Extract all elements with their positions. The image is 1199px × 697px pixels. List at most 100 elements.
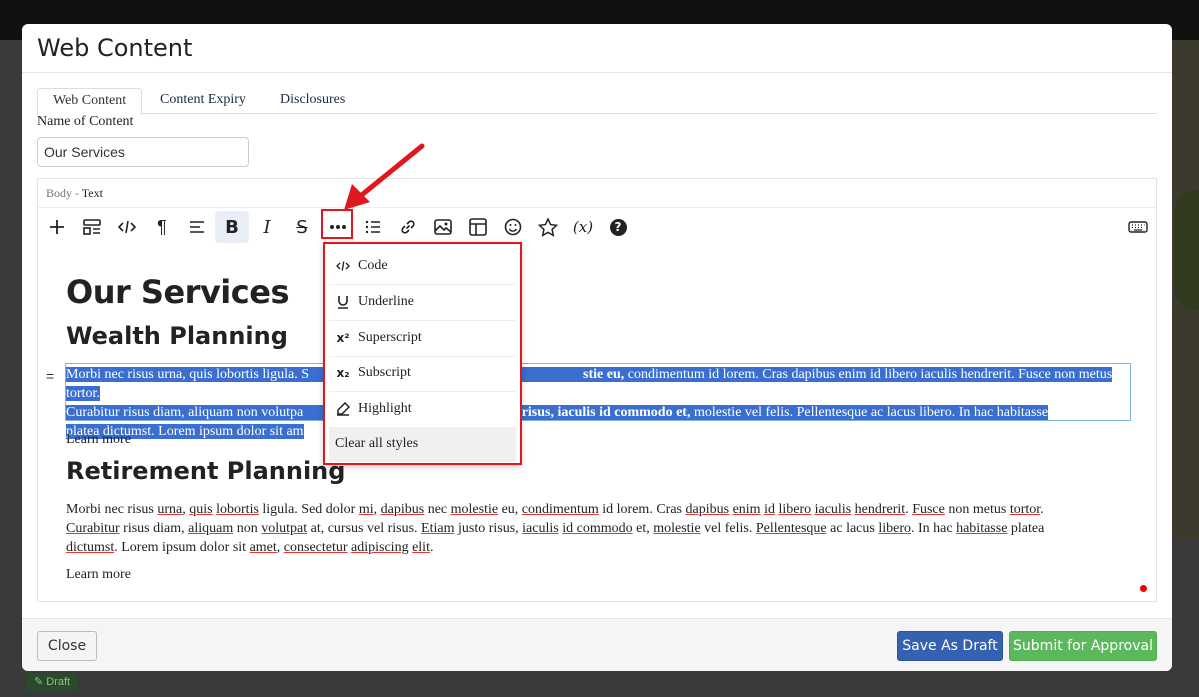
bold-button[interactable]: B (215, 211, 249, 243)
para2-word: molestie (653, 521, 701, 536)
emoji-button[interactable] (496, 211, 530, 243)
menu-item-label: Underline (358, 294, 414, 309)
save-as-draft-button[interactable]: Save As Draft (897, 631, 1003, 661)
block-icon (83, 219, 101, 235)
plus-icon (50, 220, 64, 234)
para2-text: . (1040, 502, 1044, 517)
variable-icon: (x) (572, 218, 594, 236)
highlight-icon (335, 401, 351, 417)
status-dot (1140, 585, 1147, 592)
para2-word: mi (358, 502, 374, 517)
para2-word: volutpat (261, 521, 308, 536)
para2-word: urna (157, 502, 183, 517)
para2-text: Morbi nec risus (66, 502, 158, 517)
heading-our-services[interactable]: Our Services (66, 273, 289, 311)
para2-text: at, cursus vel risus. (307, 521, 422, 536)
name-of-content-label: Name of Content (37, 114, 134, 129)
menu-item-code[interactable]: Code (329, 249, 516, 285)
para1-text: Curabitur risus diam, aliquam non volutp… (66, 405, 304, 420)
para2-word: Etiam (421, 521, 455, 536)
learn-more-link-1[interactable]: Learn more (66, 430, 131, 449)
para1-bold: risus, iaculis id commodo et, (518, 405, 691, 420)
modal-title: Web Content (37, 34, 193, 62)
para2-text: id lorem. Cras (598, 502, 686, 517)
para2-text: ac lacus (826, 521, 879, 536)
menu-item-label: Subscript (358, 365, 411, 380)
emoji-icon (504, 218, 522, 236)
underline-icon (335, 294, 351, 310)
para2-word: dapibus (685, 502, 730, 517)
para2-text: non (233, 521, 262, 536)
para2-word: id commodo (562, 521, 633, 536)
help-button[interactable]: ? (601, 211, 635, 243)
draft-badge: ✎ Draft (26, 673, 79, 691)
para2-word: elit (412, 540, 430, 555)
source-code-button[interactable] (110, 211, 144, 243)
paragraph-wealth[interactable]: Morbi nec risus urna, quis lobortis ligu… (66, 365, 1128, 441)
para2-text: eu, (498, 502, 522, 517)
image-button[interactable] (426, 211, 460, 243)
heading-retirement-planning[interactable]: Retirement Planning (66, 457, 345, 485)
block-type-button[interactable] (75, 211, 109, 243)
italic-button[interactable]: I (250, 211, 284, 243)
variable-button[interactable]: (x) (566, 211, 600, 243)
para2-word: tortor (1009, 502, 1041, 517)
name-of-content-input[interactable]: Our Services (37, 137, 249, 167)
para2-word: Fusce (912, 502, 945, 517)
menu-item-label: Code (358, 258, 388, 273)
star-button[interactable] (531, 211, 565, 243)
modal-header: Web Content (22, 24, 1172, 73)
para2-text: non metus (944, 502, 1010, 517)
code-icon (335, 258, 351, 274)
menu-item-subscript[interactable]: x₂ Subscript (329, 356, 516, 392)
align-button[interactable] (180, 211, 214, 243)
para2-word: condimentum (521, 502, 599, 517)
keyboard-shortcuts-button[interactable] (1121, 211, 1155, 243)
tab-content-expiry[interactable]: Content Expiry (160, 88, 246, 113)
para2-word: quis (189, 502, 213, 517)
para2-word: iaculis (814, 502, 852, 517)
strikethrough-button[interactable]: S (285, 211, 319, 243)
menu-item-highlight[interactable]: Highlight (329, 392, 516, 428)
tab-disclosures[interactable]: Disclosures (280, 88, 345, 113)
para2-word: consectetur (283, 540, 348, 555)
modal-footer: Close Save As Draft Submit for Approval (22, 618, 1172, 671)
add-block-button[interactable] (40, 211, 74, 243)
drag-handle[interactable]: = (46, 368, 54, 384)
menu-item-clear-all-styles[interactable]: Clear all styles (329, 427, 516, 462)
paragraph-icon: ¶ (157, 216, 167, 237)
close-button[interactable]: Close (37, 631, 97, 661)
align-icon (190, 221, 204, 233)
background-left (0, 40, 22, 540)
para2-text: nec (424, 502, 451, 517)
menu-item-superscript[interactable]: x² Superscript (329, 321, 516, 357)
image-icon (434, 219, 452, 235)
italic-icon: I (263, 216, 271, 238)
para2-text: justo risus, (454, 521, 523, 536)
tab-web-content[interactable]: Web Content (37, 88, 143, 115)
para2-word: libero (878, 521, 911, 536)
para2-word: dictumst (66, 540, 115, 555)
para2-word: id (764, 502, 775, 517)
learn-more-link-2[interactable]: Learn more (66, 565, 131, 584)
para2-text: . (429, 540, 434, 555)
more-formats-menu: Code Underline x² Superscript x₂ Subscri… (323, 242, 522, 465)
toolbar-divider (38, 207, 1156, 208)
submit-for-approval-button[interactable]: Submit for Approval (1009, 631, 1157, 661)
para2-text: ligula. Sed dolor (258, 502, 359, 517)
paragraph-button[interactable]: ¶ (145, 211, 179, 243)
keyboard-icon (1128, 221, 1148, 233)
para2-word: iaculis (522, 521, 559, 536)
table-icon (469, 218, 487, 236)
para2-text: vel felis. (700, 521, 756, 536)
list-icon (365, 220, 380, 234)
para2-word: amet (249, 540, 277, 555)
heading-wealth-planning[interactable]: Wealth Planning (66, 322, 288, 350)
menu-item-underline[interactable]: Underline (329, 285, 516, 321)
superscript-icon: x² (336, 331, 350, 345)
paragraph-retirement[interactable]: Morbi nec risus urna, quis lobortis ligu… (66, 500, 1128, 557)
selected-text: Morbi nec risus urna, quis lobortis ligu… (66, 367, 1113, 439)
table-button[interactable] (461, 211, 495, 243)
link-icon (401, 220, 415, 234)
para1-text: Morbi nec risus urna, quis lobortis ligu… (66, 367, 310, 382)
